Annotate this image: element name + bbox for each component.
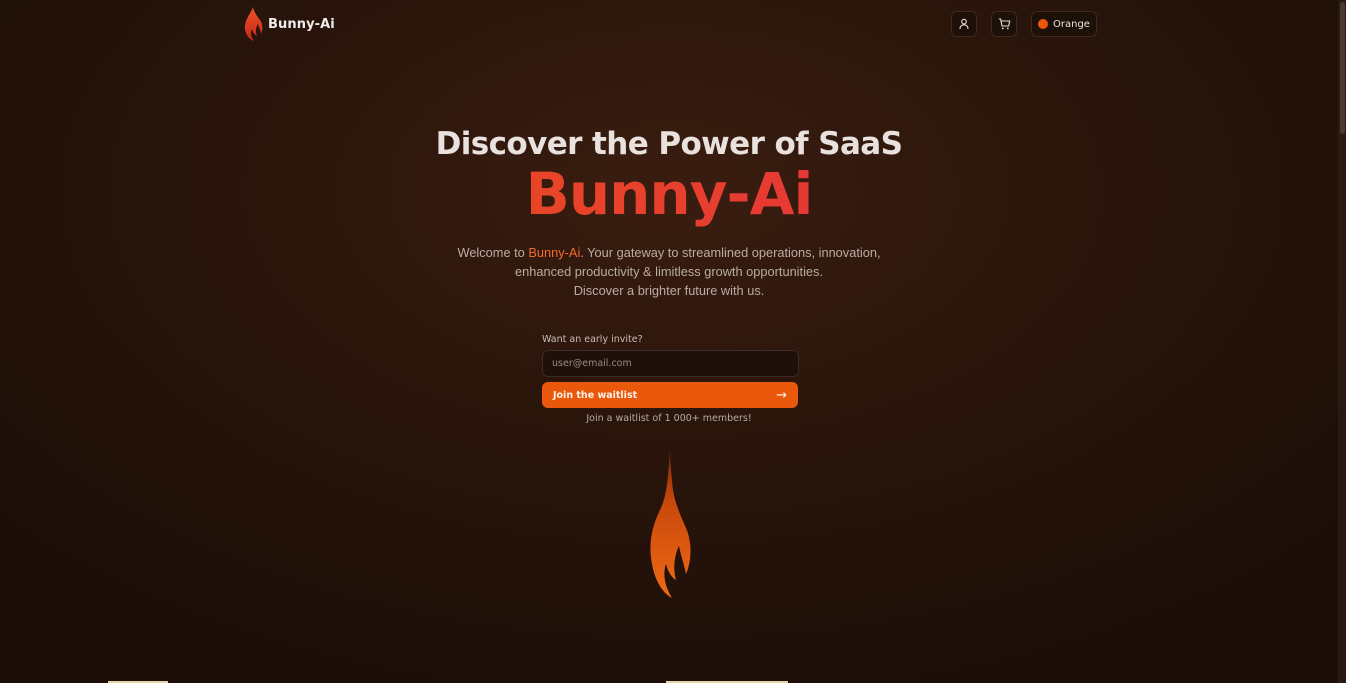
brand-logo-link[interactable]: Bunny-Ai: [242, 5, 335, 43]
user-icon: [959, 18, 969, 30]
site-header: Bunny-Ai Orange: [0, 0, 1338, 48]
waitlist-form: Want an early invite? Join the waitlist …: [542, 334, 799, 408]
theme-color-swatch: [1038, 19, 1049, 29]
flame-icon: [650, 450, 691, 598]
hero-title: Discover the Power of SaaS: [435, 126, 903, 162]
theme-selector[interactable]: Orange: [1031, 11, 1097, 37]
join-waitlist-label: Join the waitlist: [553, 389, 638, 401]
hero-description: Welcome to Bunny-Ai. Your gateway to str…: [0, 243, 1338, 300]
arrow-right-icon: →: [776, 387, 787, 403]
join-waitlist-button[interactable]: Join the waitlist →: [542, 382, 798, 408]
description-prefix: Welcome to: [457, 245, 529, 260]
hero-description-line-3: Discover a brighter future with us.: [573, 283, 765, 298]
account-button[interactable]: [951, 11, 977, 37]
hero-brand-name: Bunny-Ai: [0, 158, 1338, 230]
description-suffix: . Your gateway to streamlined operations…: [580, 245, 881, 260]
theme-selector-label: Orange: [1053, 18, 1090, 30]
waitlist-count-note: Join a waitlist of 1 000+ members!: [586, 413, 752, 424]
email-label: Want an early invite?: [542, 334, 643, 345]
hero-description-line-1: Welcome to Bunny-Ai. Your gateway to str…: [0, 243, 1338, 262]
email-input[interactable]: [542, 350, 799, 377]
brand-name: Bunny-Ai: [268, 16, 335, 32]
flame-logo-icon: [244, 7, 263, 41]
hero-description-line-2: enhanced productivity & limitless growth…: [515, 264, 823, 279]
cart-button[interactable]: [991, 11, 1017, 37]
description-brand: Bunny-Ai: [528, 245, 581, 260]
cart-icon: [998, 18, 1010, 30]
scrollbar-thumb[interactable]: [1340, 2, 1345, 134]
page-scrollbar[interactable]: [1338, 0, 1346, 683]
